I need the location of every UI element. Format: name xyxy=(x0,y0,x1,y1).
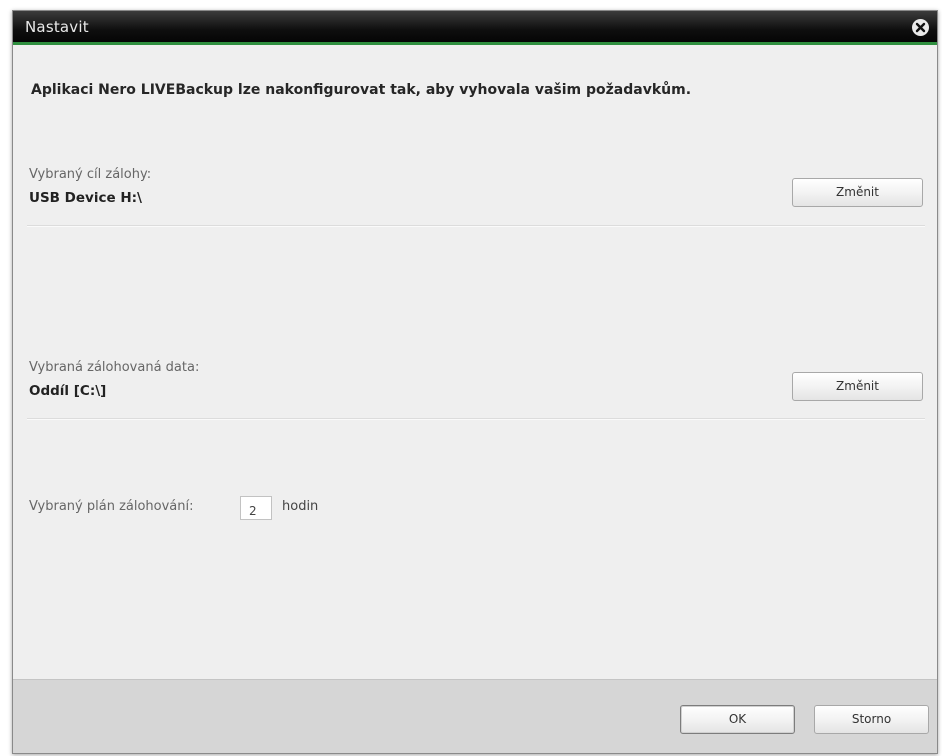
backup-schedule-label: Vybraný plán zálohování: xyxy=(29,499,194,514)
dialog-footer: OK Storno xyxy=(13,679,937,753)
dialog-title: Nastavit xyxy=(25,18,89,36)
section-divider xyxy=(27,418,925,420)
title-bar[interactable]: Nastavit xyxy=(13,11,937,45)
intro-text: Aplikaci Nero LIVEBackup lze nakonfiguro… xyxy=(31,82,692,98)
section-divider xyxy=(27,225,925,227)
close-button[interactable] xyxy=(912,19,929,36)
backup-data-value: Oddíl [C:\] xyxy=(29,383,107,399)
ok-button[interactable]: OK xyxy=(680,705,795,734)
dialog-content: Aplikaci Nero LIVEBackup lze nakonfiguro… xyxy=(13,45,937,679)
schedule-hours-input[interactable] xyxy=(240,496,272,520)
change-data-button[interactable]: Změnit xyxy=(792,372,923,401)
cancel-button[interactable]: Storno xyxy=(814,705,929,734)
backup-target-label: Vybraný cíl zálohy: xyxy=(29,167,152,182)
change-target-button[interactable]: Změnit xyxy=(792,178,923,207)
schedule-unit-label: hodin xyxy=(282,499,319,514)
settings-dialog: Nastavit Aplikaci Nero LIVEBackup lze na… xyxy=(12,10,938,754)
backup-target-value: USB Device H:\ xyxy=(29,190,142,206)
backup-data-label: Vybraná zálohovaná data: xyxy=(29,360,200,375)
